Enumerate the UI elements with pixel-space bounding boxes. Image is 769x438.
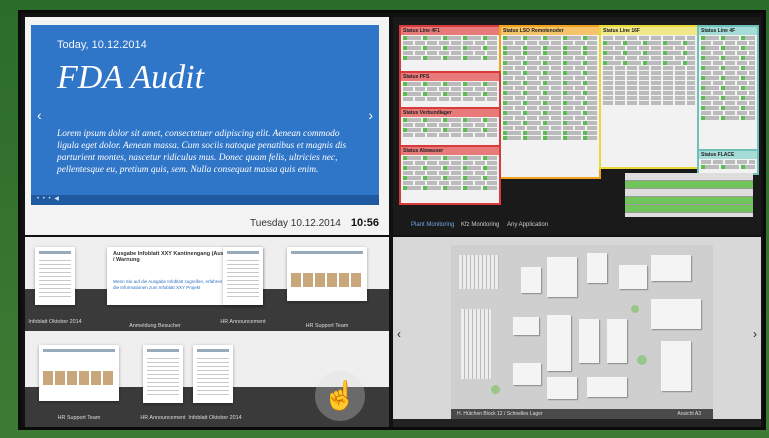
document-caption: HR Announcement (220, 319, 266, 325)
building (619, 265, 647, 289)
building (579, 319, 599, 363)
panel-title: Status Line 16F (601, 27, 697, 35)
plant-dashboard-quadrant: Status Line 4F1 Status LSO Remotenoder S… (393, 17, 761, 235)
panel-title: Status Verbundlager (401, 109, 499, 117)
status-panel[interactable]: Status Line 4F1 (399, 25, 501, 73)
document-thumbnail[interactable] (143, 345, 183, 403)
status-panel[interactable]: Status LSO Remotenoder (499, 25, 601, 179)
slide-prev-icon[interactable]: ‹ (37, 107, 42, 123)
panel-title: Status Line 4F1 (401, 27, 499, 35)
dashboard-tabs: Plant Monitoring Kfz Monitoring Any Appl… (393, 217, 761, 235)
status-panel[interactable]: Status PFS (399, 71, 501, 109)
document-thumbnail[interactable] (287, 247, 367, 301)
document-caption: HR Support Team (57, 415, 101, 421)
building (651, 255, 691, 281)
parking-lot (461, 309, 491, 379)
building (587, 377, 627, 397)
building (651, 299, 701, 329)
parking-lot (459, 255, 499, 289)
tab-kfz-monitoring[interactable]: Kfz Monitoring (461, 222, 499, 228)
building (607, 319, 627, 363)
slide-controls-label: • • • ◀ (37, 196, 60, 202)
panel-title: Status PFS (401, 73, 499, 81)
building (587, 253, 607, 283)
document-thumbnail[interactable] (35, 247, 75, 305)
document-thumbnail[interactable] (39, 345, 119, 401)
panel-title: Status Line 4F (699, 27, 757, 35)
building (661, 341, 691, 391)
panel-title: Status FLACE (699, 151, 757, 159)
building (513, 317, 539, 335)
tab-any-application[interactable]: Any Application (507, 222, 548, 228)
hand-swipe-icon: ☝ (315, 371, 365, 421)
building (547, 315, 571, 371)
status-panel[interactable]: Status Line 16F (599, 25, 699, 169)
clock: Tuesday 10.12.2014 10:56 (250, 217, 379, 229)
panel-title: Status Abwasser (401, 147, 499, 155)
clock-date: Tuesday 10.12.2014 (250, 218, 341, 229)
summary-table (625, 173, 753, 217)
document-caption: Infoblatt Oktober 2014 (28, 319, 82, 325)
slide-body: Lorem ipsum dolor sit amet, consectetuer… (57, 129, 347, 175)
slide-next-icon[interactable]: › (368, 107, 373, 123)
slide-title: FDA Audit (57, 59, 205, 96)
document-caption: Infoblatt Oktober 2014 (188, 415, 242, 421)
tree (637, 355, 647, 365)
map-next-icon[interactable]: › (753, 327, 757, 341)
map-caption-right: Ansicht A3 (677, 411, 701, 417)
panel-title: Status LSO Remotenoder (501, 27, 599, 35)
slide-date: Today, 10.12.2014 (57, 39, 147, 51)
device-bezel: Today, 10.12.2014 FDA Audit Lorem ipsum … (0, 0, 769, 438)
document-caption: HR Announcement (140, 415, 186, 421)
news-slide: Today, 10.12.2014 FDA Audit Lorem ipsum … (31, 25, 379, 205)
status-panel[interactable]: Status FLACE (697, 149, 759, 175)
map-footer-strip (393, 419, 761, 427)
map-caption-bar: H. Hütchen Block 12 / Schnelles Lager An… (451, 409, 713, 419)
documents-quadrant: Ausgabe Infoblatt XXY Kantinengang (Ausf… (25, 237, 389, 427)
status-panel[interactable]: Status Line 4F (697, 25, 759, 169)
tree (491, 385, 500, 394)
display-wall: Today, 10.12.2014 FDA Audit Lorem ipsum … (18, 10, 766, 430)
map-caption-left: H. Hütchen Block 12 / Schnelles Lager (457, 411, 543, 417)
status-panel[interactable]: Status Verbundlager (399, 107, 501, 147)
document-thumbnail[interactable] (193, 345, 233, 403)
document-caption: Anmeldung Besucher (129, 323, 181, 329)
building (547, 257, 577, 297)
site-map[interactable] (451, 245, 713, 409)
status-panel[interactable]: Status Abwasser (399, 145, 501, 205)
news-slide-quadrant: Today, 10.12.2014 FDA Audit Lorem ipsum … (25, 17, 389, 235)
building (513, 363, 541, 385)
site-map-quadrant: ‹ › H. Hütchen Block 12 / Schnelles Lage… (393, 237, 761, 427)
map-prev-icon[interactable]: ‹ (397, 327, 401, 341)
building (521, 267, 541, 293)
tree (631, 305, 639, 313)
document-caption: HR Support Team (305, 323, 349, 329)
document-thumbnail[interactable] (223, 247, 263, 305)
slide-controls[interactable]: • • • ◀ (31, 195, 379, 205)
building (547, 377, 577, 399)
clock-time: 10:56 (350, 217, 379, 229)
tab-plant-monitoring[interactable]: Plant Monitoring (411, 222, 454, 228)
